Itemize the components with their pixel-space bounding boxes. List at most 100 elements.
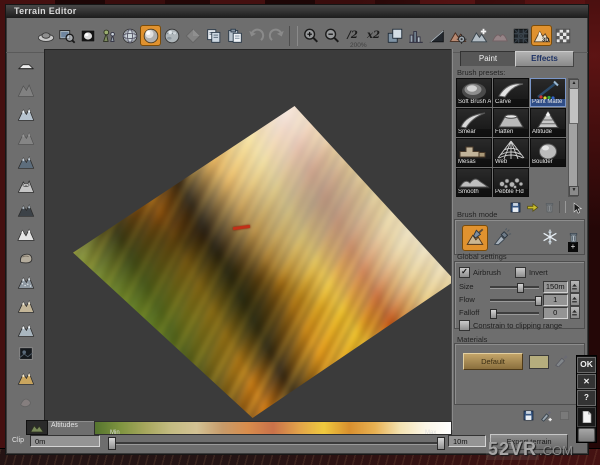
brush-preset-paint-matte[interactable]: Paint Matte [530,78,566,107]
falloff-slider-handle[interactable] [489,308,497,319]
rock-tool-button[interactable] [15,247,37,269]
image-stamp-tool-button[interactable] [15,343,37,365]
mountain-tool-button[interactable] [15,103,37,125]
flatten-tool-button[interactable] [15,55,37,77]
resize-icon [386,27,404,45]
range-slider-track[interactable] [110,442,442,445]
max-label: Max [425,430,437,436]
preset-scrollbar[interactable]: ▲ ▼ [568,78,579,197]
save-preset-button[interactable] [508,200,522,214]
terrain-viewport[interactable] [44,49,453,422]
preview-picture-button[interactable] [56,25,77,46]
sphere-wireframe-icon [121,27,139,45]
default-material-button[interactable]: Default [463,353,523,370]
flow-value-input[interactable]: 1 [542,293,568,306]
paste-terrain-button[interactable] [224,25,245,46]
size-value-input[interactable]: 150m [542,280,568,293]
paint-mountain-tool-button[interactable] [15,367,37,389]
terrain-histogram-button[interactable] [405,25,426,46]
peaks-tool-button[interactable] [15,223,37,245]
airbrush-mode-button[interactable] [490,225,514,249]
noise-tool-button[interactable] [15,271,37,293]
paint-mode-button[interactable] [462,225,488,251]
snowflake-icon [541,228,559,246]
size-slider-track[interactable] [490,282,539,293]
apply-preset-button[interactable] [525,200,539,214]
range-handle-max[interactable] [437,437,445,450]
display-textured-button[interactable] [161,25,182,46]
tab-effects[interactable]: Effects [515,51,574,67]
action-separator [559,201,566,213]
min-altitude-input[interactable]: 0m [30,435,100,447]
delete-mode-button[interactable] [561,225,585,249]
falloff-slider-track[interactable] [489,308,539,319]
ok-button[interactable]: OK [577,357,596,374]
invert-checkbox[interactable] [514,266,526,278]
mountain-glacier-icon [17,321,35,339]
terrain-slope-button[interactable] [426,25,447,46]
blank-slot-button[interactable] [578,427,595,442]
brush-preset-mesas[interactable]: Mesas [456,138,492,167]
toggle-3d-view-button[interactable]: 3D [531,25,552,46]
add-terrain-button[interactable] [468,25,489,46]
glacier-tool-button[interactable] [15,319,37,341]
terrain-editor-window: Terrain Editor /2 x2 3D 200% Paint Effects… [5,4,589,455]
brush-preset-carve[interactable]: Carve [493,78,529,107]
window-titlebar[interactable]: Terrain Editor [6,5,588,18]
trash-icon [567,231,580,244]
brush-preset-flatten[interactable]: Flatten [493,108,529,137]
crater-tool-button[interactable] [15,175,37,197]
show-terrain-button[interactable] [35,25,56,46]
terrain-effects-button[interactable] [447,25,468,46]
pick-preset-button[interactable] [569,200,583,214]
material-color-swatch[interactable] [529,355,549,369]
scrollbar-thumb[interactable] [569,88,579,124]
resize-terrain-button[interactable] [384,25,405,46]
airbrush-checkbox[interactable]: ✓ [459,266,470,278]
dunes-tool-button[interactable] [15,295,37,317]
size-label: Size [459,282,474,291]
copy-terrain-button[interactable] [203,25,224,46]
freeze-mode-button[interactable] [538,225,562,249]
brush-preset-web[interactable]: Web [493,138,529,167]
ridge-tool-button[interactable] [15,199,37,221]
lower-tool-button[interactable] [15,151,37,173]
render-preview-button[interactable] [77,25,98,46]
pick-objects-button[interactable] [98,25,119,46]
cancel-button[interactable]: ✕ [577,374,596,390]
flow-slider-track[interactable] [490,295,542,306]
display-wireframe-button[interactable] [119,25,140,46]
brush-preset-smooth[interactable]: Smooth [456,168,492,197]
brush-mode-label: Brush mode [457,210,498,219]
zoom-out-button[interactable] [321,25,342,46]
tab-paint[interactable]: Paint [460,51,516,66]
scroll-down-icon[interactable]: ▼ [569,186,579,196]
brush-preset-soft-brush-a[interactable]: Soft Brush A [456,78,492,107]
transparency-mask-button[interactable] [552,25,573,46]
falloff-spinner-button[interactable] [569,306,581,319]
brush-preset-boulder[interactable]: Boulder [530,138,566,167]
copy-icon [205,27,223,45]
constrain-checkbox[interactable] [459,319,470,331]
brush-preset-smear[interactable]: Smear [456,108,492,137]
flow-slider-handle[interactable] [534,295,542,306]
range-handle-min[interactable] [108,437,116,450]
brush-presets-label: Brush presets: [457,68,506,77]
brush-preset-pebble-fld[interactable]: Pebble Fld [493,168,529,197]
terrain-3d-preview[interactable] [73,106,452,418]
flow-spinner-button[interactable] [569,293,581,306]
flat-ground-icon [17,57,35,75]
brush-preset-altitude[interactable]: Altitude [530,108,566,137]
zoom-in-button[interactable] [300,25,321,46]
fractal-pattern-button[interactable] [510,25,531,46]
help-button[interactable]: ? [577,390,596,406]
size-spinner-button[interactable] [569,280,581,293]
max-altitude-input[interactable]: 10m [448,435,486,447]
sphere-textured-icon [163,27,181,45]
display-smooth-button[interactable] [140,25,161,46]
mountain-noise-icon [17,273,35,291]
paint-terrain-icon [465,228,485,248]
document-icon[interactable] [577,406,596,427]
falloff-value-input[interactable]: 0 [542,306,568,319]
size-slider-handle[interactable] [517,282,525,293]
